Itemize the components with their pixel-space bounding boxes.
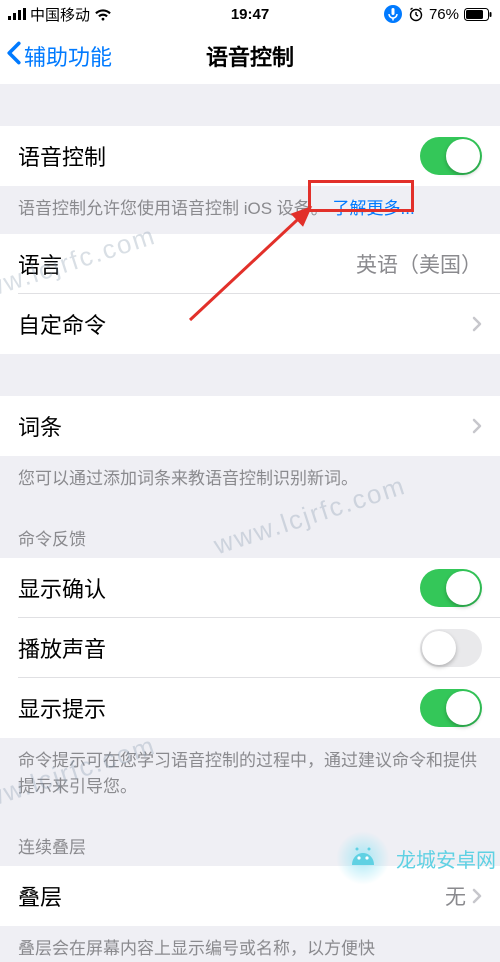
back-button[interactable]: 辅助功能 (0, 40, 112, 72)
overlay-footer: 叠层会在屏幕内容上显示编号或名称，以方便快 (0, 926, 500, 962)
language-value: 英语（美国） (356, 249, 482, 279)
section-terms: 词条 (0, 396, 500, 456)
section-voice-control: 语音控制 (0, 126, 500, 186)
back-label: 辅助功能 (24, 40, 112, 72)
show-confirm-label: 显示确认 (18, 572, 106, 604)
overlay-value: 无 (445, 881, 466, 911)
chevron-right-icon (472, 418, 482, 434)
show-confirm-toggle[interactable] (420, 569, 482, 607)
row-voice-control[interactable]: 语音控制 (0, 126, 500, 186)
show-hints-toggle[interactable] (420, 689, 482, 727)
section-language-commands: 语言 英语（美国） 自定命令 (0, 234, 500, 354)
chevron-left-icon (6, 41, 22, 71)
terms-footer: 您可以通过添加词条来教语音控制识别新词。 (0, 456, 500, 504)
play-sound-toggle[interactable] (420, 629, 482, 667)
voice-control-label: 语音控制 (18, 140, 106, 172)
status-bar: 中国移动 19:47 76% (0, 0, 500, 28)
wifi-icon (94, 8, 112, 21)
row-language[interactable]: 语言 英语（美国） (0, 234, 500, 294)
row-show-hints[interactable]: 显示提示 (0, 678, 500, 738)
brand-label: 龙城安卓网 (396, 844, 496, 873)
feedback-footer: 命令提示可在您学习语音控制的过程中，通过建议命令和提供提示来引导您。 (0, 738, 500, 811)
row-play-sound[interactable]: 播放声音 (0, 618, 500, 678)
overlay-label: 叠层 (18, 880, 62, 912)
carrier-label: 中国移动 (30, 4, 90, 25)
alarm-icon (408, 6, 424, 22)
signal-icon (8, 8, 26, 20)
status-time: 19:47 (231, 6, 269, 23)
chevron-right-icon (472, 316, 482, 332)
section-feedback: 显示确认 播放声音 显示提示 (0, 558, 500, 738)
row-terms[interactable]: 词条 (0, 396, 500, 456)
terms-label: 词条 (18, 410, 62, 442)
row-custom-commands[interactable]: 自定命令 (0, 294, 500, 354)
row-show-confirm[interactable]: 显示确认 (0, 558, 500, 618)
voice-control-status-icon (383, 4, 403, 24)
chevron-right-icon (472, 888, 482, 904)
nav-bar: 辅助功能 语音控制 (0, 28, 500, 84)
learn-more-link[interactable]: 了解更多... (333, 199, 415, 218)
voice-control-footer: 语音控制允许您使用语音控制 iOS 设备。 了解更多... (0, 186, 500, 234)
battery-icon (464, 8, 492, 21)
show-hints-label: 显示提示 (18, 692, 106, 724)
brand-icon (336, 831, 390, 885)
language-label: 语言 (18, 248, 62, 280)
custom-commands-label: 自定命令 (18, 308, 106, 340)
play-sound-label: 播放声音 (18, 632, 106, 664)
feedback-header: 命令反馈 (0, 503, 500, 558)
voice-control-toggle[interactable] (420, 137, 482, 175)
corner-brand: 龙城安卓网 (336, 831, 496, 885)
battery-percent: 76% (429, 6, 459, 23)
